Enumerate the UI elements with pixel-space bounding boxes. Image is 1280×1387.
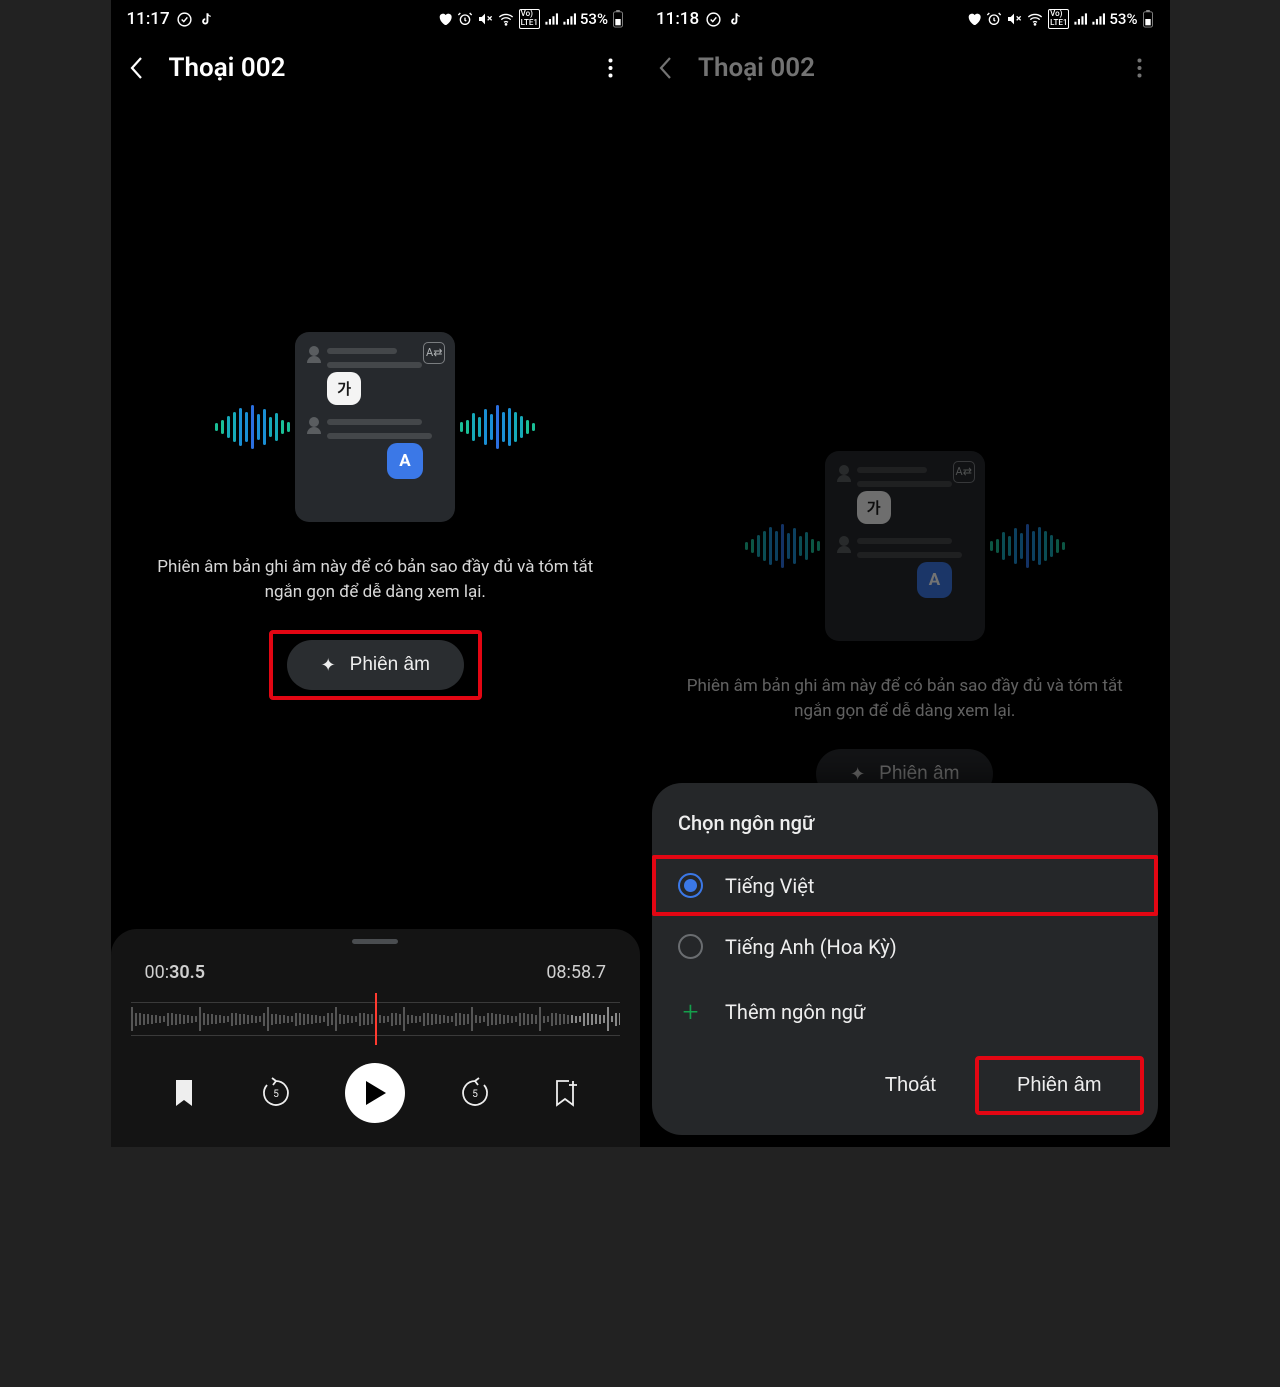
app-header: Thoại 002 (111, 38, 641, 98)
check-circle-icon (705, 11, 722, 28)
transcribe-illustration: A⇄ 가 A (745, 446, 1065, 646)
add-language-option[interactable]: + Thêm ngôn ngữ (652, 977, 1158, 1046)
transcribe-button-label: Phiên âm (350, 654, 430, 676)
volte-icon: Vo)LTE1 (519, 9, 540, 29)
sheet-title: Chọn ngôn ngữ (652, 811, 1158, 835)
waveform-decoration-right (990, 524, 1065, 568)
app-header: Thoại 002 (640, 38, 1170, 98)
bookmark-icon (174, 1080, 194, 1106)
wifi-icon (1026, 11, 1044, 27)
svg-text:5: 5 (273, 1089, 279, 1100)
heart-icon (966, 11, 982, 27)
transcribe-description: Phiên âm bản ghi âm này để có bản sao đầ… (141, 555, 611, 604)
signal-icon-1 (1073, 12, 1087, 26)
play-icon (364, 1081, 386, 1105)
language-bottom-sheet: Chọn ngôn ngữ Tiếng Việt Tiếng Anh (Hoa … (652, 783, 1158, 1135)
transcribe-button-label: Phiên âm (879, 763, 959, 785)
confirm-transcribe-button[interactable]: Phiên âm (977, 1058, 1142, 1113)
add-language-label: Thêm ngôn ngữ (725, 1000, 865, 1024)
screen-body: A⇄ 가 A Phiên âm bản ghi âm này để có bản… (111, 98, 641, 929)
cancel-button[interactable]: Thoát (845, 1058, 976, 1113)
phone-screen-left: 11:17 Vo)LTE1 53% Thoại 002 (111, 0, 641, 1147)
battery-icon (1142, 10, 1154, 28)
mute-icon (1006, 11, 1022, 27)
drag-handle[interactable] (352, 939, 398, 944)
transcribe-illustration: A⇄ 가 A (215, 327, 535, 527)
speech-bubble-a: A (387, 443, 422, 479)
plus-icon: + (678, 995, 703, 1028)
alarm-icon (457, 11, 473, 27)
transcript-card-illust: A⇄ 가 A (295, 332, 455, 522)
language-option-english-us[interactable]: Tiếng Anh (Hoa Kỳ) (652, 916, 1158, 977)
sheet-actions: Thoát Phiên âm (652, 1046, 1158, 1113)
translate-icon: A⇄ (953, 461, 975, 483)
battery-percent: 53% (580, 10, 608, 28)
signal-icon-1 (544, 12, 558, 26)
radio-unselected-icon (678, 934, 703, 959)
back-button[interactable] (129, 57, 151, 79)
forward-5-icon: 5 (459, 1077, 491, 1109)
volte-icon: Vo)LTE1 (1048, 9, 1069, 29)
speech-bubble-ko: 가 (857, 491, 891, 524)
back-button[interactable] (658, 57, 680, 79)
speech-bubble-a: A (917, 562, 952, 598)
phone-screen-right: 11:18 Vo)LTE1 53% Thoại 002 (640, 0, 1170, 1147)
status-bar: 11:17 Vo)LTE1 53% (111, 0, 641, 38)
translate-icon: A⇄ (423, 342, 445, 364)
sparkle-icon: ✦ (850, 764, 865, 785)
more-button[interactable] (598, 58, 622, 78)
tiktok-icon (199, 11, 214, 28)
forward-5-button[interactable]: 5 (453, 1071, 497, 1115)
page-title: Thoại 002 (169, 53, 581, 83)
battery-percent: 53% (1109, 10, 1137, 28)
waveform-track[interactable] (131, 997, 621, 1041)
highlight-transcribe-button: ✦ Phiên âm (269, 630, 482, 700)
tiktok-icon (728, 11, 743, 28)
play-button[interactable] (345, 1063, 405, 1123)
alarm-icon (986, 11, 1002, 27)
add-bookmark-button[interactable] (544, 1071, 588, 1115)
battery-icon (612, 10, 624, 28)
rewind-5-button[interactable]: 5 (254, 1071, 298, 1115)
bookmark-add-icon (555, 1079, 577, 1107)
more-vertical-icon (1137, 58, 1142, 78)
language-option-vietnamese[interactable]: Tiếng Việt (652, 855, 1158, 916)
wifi-icon (497, 11, 515, 27)
signal-icon-2 (1091, 12, 1105, 26)
page-title: Thoại 002 (698, 53, 1110, 83)
waveform-decoration-left (745, 524, 820, 568)
rewind-5-icon: 5 (260, 1077, 292, 1109)
playhead[interactable] (375, 993, 377, 1045)
speech-bubble-ko: 가 (327, 372, 361, 405)
status-bar: 11:18 Vo)LTE1 53% (640, 0, 1170, 38)
transcript-card-illust: A⇄ 가 A (825, 451, 985, 641)
bookmark-button[interactable] (162, 1071, 206, 1115)
language-label: Tiếng Anh (Hoa Kỳ) (725, 935, 897, 959)
more-button[interactable] (1128, 58, 1152, 78)
time-row: 00:30.5 08:58.7 (131, 962, 621, 983)
waveform-decoration-left (215, 405, 290, 449)
player-controls: 5 5 (131, 1053, 621, 1127)
status-time: 11:17 (127, 9, 170, 29)
heart-icon (437, 11, 453, 27)
sparkle-icon: ✦ (321, 655, 336, 676)
transcribe-button[interactable]: ✦ Phiên âm (287, 640, 464, 690)
total-time: 08:58.7 (546, 962, 606, 983)
signal-icon-2 (562, 12, 576, 26)
transcribe-description: Phiên âm bản ghi âm này để có bản sao đầ… (670, 674, 1140, 723)
check-circle-icon (176, 11, 193, 28)
language-label: Tiếng Việt (725, 874, 814, 898)
mute-icon (477, 11, 493, 27)
player-panel: 00:30.5 08:58.7 5 5 (111, 929, 641, 1147)
status-time: 11:18 (656, 9, 699, 29)
current-time: 00:30.5 (145, 962, 206, 983)
svg-text:5: 5 (472, 1089, 478, 1100)
radio-selected-icon (678, 873, 703, 898)
more-vertical-icon (608, 58, 613, 78)
waveform-decoration-right (460, 405, 535, 449)
